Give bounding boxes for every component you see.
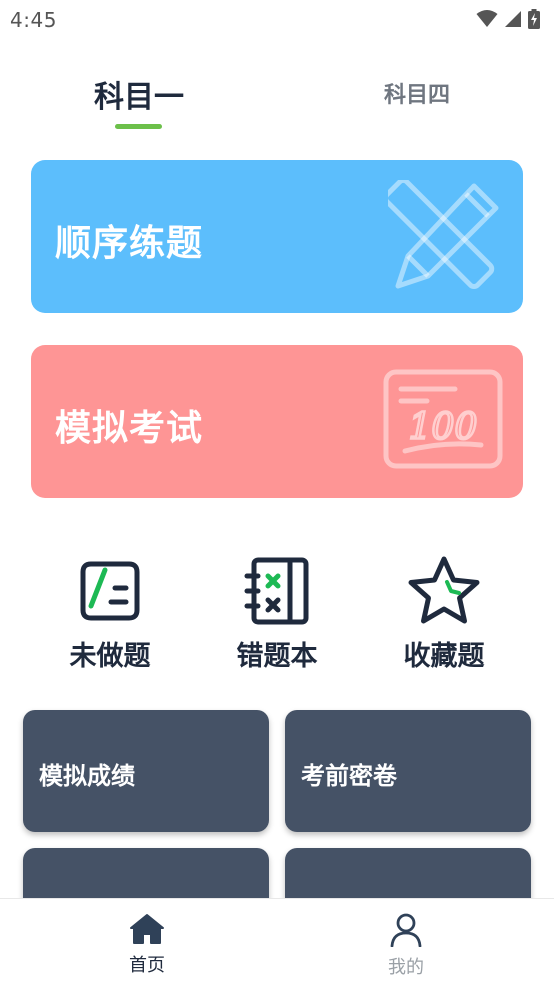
undone-icon [80, 561, 140, 620]
mock-scores-label: 模拟成绩 [39, 762, 135, 790]
mock-exam-label: 模拟考试 [55, 408, 204, 449]
mock-exam-card[interactable]: 模拟考试 100 [31, 345, 523, 498]
nav-home[interactable]: 首页 [107, 913, 187, 977]
tab-subject-one[interactable]: 科目一 [88, 72, 190, 116]
home-icon [130, 914, 164, 944]
star-icon [408, 556, 480, 623]
nav-mine-label: 我的 [388, 957, 424, 978]
undone-questions-button[interactable]: 未做题 [45, 553, 175, 673]
pre-exam-papers-label: 考前密卷 [301, 762, 397, 790]
score-board-number: 100 [409, 407, 478, 448]
favorites-label: 收藏题 [403, 641, 485, 672]
undone-questions-label: 未做题 [69, 641, 151, 672]
status-icons [476, 9, 540, 29]
nav-home-label: 首页 [129, 955, 165, 976]
sequential-practice-card[interactable]: 顺序练题 [31, 160, 523, 313]
pre-exam-papers-tile[interactable]: 考前密卷 [285, 710, 531, 832]
active-tab-indicator [115, 124, 162, 129]
wrong-book-label: 错题本 [236, 641, 318, 672]
bottom-navigation: 首页 我的 [0, 898, 554, 986]
pencil-ruler-icon [388, 180, 499, 290]
battery-icon [528, 9, 540, 29]
wifi-icon [476, 10, 498, 27]
score-board-icon: 100 [383, 369, 503, 469]
favorites-button[interactable]: 收藏题 [379, 553, 509, 673]
status-time: 4:45 [10, 8, 57, 32]
user-icon [390, 913, 422, 948]
wrong-book-button[interactable]: 错题本 [212, 553, 342, 673]
nav-mine[interactable]: 我的 [366, 913, 446, 979]
sequential-practice-label: 顺序练题 [55, 223, 204, 264]
status-bar: 4:45 [0, 0, 554, 38]
wrong-book-icon [244, 557, 309, 624]
mock-scores-tile[interactable]: 模拟成绩 [23, 710, 269, 832]
tab-subject-four[interactable]: 科目四 [372, 77, 462, 109]
signal-icon [505, 11, 521, 27]
